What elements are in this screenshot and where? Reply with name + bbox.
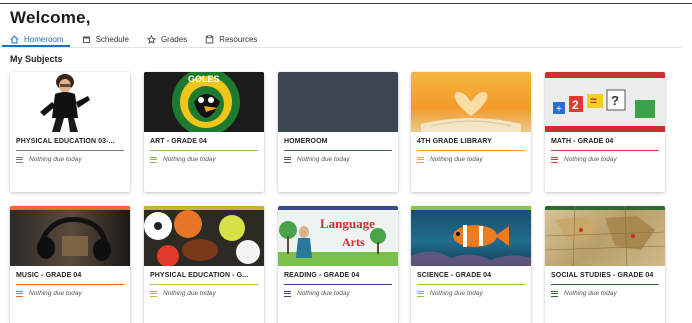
subject-card-pe[interactable]: PHYSICAL EDUCATION - G... Nothing due to… — [144, 206, 264, 323]
subject-color-bar — [551, 150, 659, 151]
math-blocks-image: + 2 = ? — [545, 72, 665, 132]
tab-label: Grades — [160, 34, 188, 44]
due-status: Nothing due today — [284, 156, 350, 163]
subject-card-science[interactable]: SCIENCE - GRADE 04 Nothing due today — [411, 206, 531, 323]
subject-card-reading[interactable]: Language Arts READING - GRADE 04 Nothing… — [278, 206, 398, 323]
tab-label: Schedule — [95, 34, 129, 44]
subject-card-math[interactable]: + 2 = ? MATH - GRADE 04 Nothing due toda… — [545, 72, 665, 192]
list-icon — [551, 156, 558, 163]
svg-text:=: = — [590, 94, 597, 108]
due-status: Nothing due today — [551, 290, 617, 297]
svg-text:+: + — [556, 104, 562, 115]
subject-color-bar — [284, 150, 392, 151]
subject-card-music[interactable]: MUSIC - GRADE 04 Nothing due today — [10, 206, 130, 323]
subject-title: READING - GRADE 04 — [284, 272, 360, 279]
list-icon — [16, 290, 23, 297]
star-icon — [146, 34, 157, 44]
eagles-mascot-logo-image: GOLES — [144, 72, 264, 132]
due-text: Nothing due today — [297, 156, 350, 163]
due-text: Nothing due today — [29, 290, 82, 297]
solid-slate-banner — [278, 72, 398, 132]
svg-text:GOLES: GOLES — [188, 74, 220, 84]
subject-card-art[interactable]: GOLES ART - GRADE 04 Nothing due today — [144, 72, 264, 192]
list-icon — [284, 156, 291, 163]
svg-text:2: 2 — [572, 98, 579, 112]
tab-bar: Homeroom Schedule Grades Resources — [2, 32, 275, 47]
calendar-icon — [82, 35, 91, 44]
subject-title: PHYSICAL EDUCATION - G... — [150, 272, 249, 279]
subject-title: PHYSICAL EDUCATION 03-... — [16, 138, 115, 145]
due-text: Nothing due today — [29, 156, 82, 163]
list-icon — [417, 156, 424, 163]
teacher-bitmoji-image — [10, 72, 130, 132]
clownfish-image — [411, 206, 531, 266]
svg-text:?: ? — [611, 93, 619, 108]
subject-color-bar — [284, 284, 392, 285]
list-icon — [150, 156, 157, 163]
sports-balls-image — [144, 206, 264, 266]
due-status: Nothing due today — [16, 290, 82, 297]
due-text: Nothing due today — [163, 290, 216, 297]
subject-title: 4TH GRADE LIBRARY — [417, 138, 492, 145]
list-icon — [417, 290, 424, 297]
list-icon — [551, 290, 558, 297]
thumb-text: Language — [320, 216, 375, 231]
subject-card-social-studies[interactable]: SOCIAL STUDIES - GRADE 04 Nothing due to… — [545, 206, 665, 323]
subject-card-homeroom[interactable]: HOMEROOM Nothing due today — [278, 72, 398, 192]
language-arts-image: Language Arts — [278, 206, 398, 266]
due-status: Nothing due today — [150, 156, 216, 163]
subject-color-bar — [417, 284, 525, 285]
subject-color-bar — [417, 150, 525, 151]
due-status: Nothing due today — [150, 290, 216, 297]
tab-homeroom[interactable]: Homeroom — [2, 32, 70, 47]
subject-card-pe-03[interactable]: PHYSICAL EDUCATION 03-... Nothing due to… — [10, 72, 130, 192]
subject-color-bar — [150, 150, 258, 151]
due-status: Nothing due today — [551, 156, 617, 163]
list-icon — [150, 290, 157, 297]
due-status: Nothing due today — [417, 156, 483, 163]
top-divider — [0, 3, 692, 4]
due-text: Nothing due today — [564, 156, 617, 163]
due-text: Nothing due today — [564, 290, 617, 297]
subject-color-bar — [16, 150, 124, 151]
list-icon — [284, 290, 291, 297]
book-heart-pages-image — [411, 72, 531, 132]
section-title: My Subjects — [10, 54, 63, 64]
subject-title: SOCIAL STUDIES - GRADE 04 — [551, 272, 654, 279]
tab-label: Resources — [219, 34, 258, 44]
subject-title: SCIENCE - GRADE 04 — [417, 272, 492, 279]
page-title: Welcome, — [10, 8, 91, 27]
tab-label: Homeroom — [24, 34, 64, 44]
due-text: Nothing due today — [163, 156, 216, 163]
headphones-image — [10, 206, 130, 266]
subject-title: MUSIC - GRADE 04 — [16, 272, 82, 279]
tab-resources[interactable]: Resources — [205, 32, 257, 46]
due-status: Nothing due today — [417, 290, 483, 297]
due-text: Nothing due today — [430, 290, 483, 297]
subject-color-bar — [150, 284, 258, 285]
home-icon — [10, 35, 19, 44]
tab-grades[interactable]: Grades — [146, 32, 188, 46]
list-icon — [16, 156, 23, 163]
subject-title: ART - GRADE 04 — [150, 138, 208, 145]
subject-color-bar — [551, 284, 659, 285]
world-map-image — [545, 206, 665, 266]
tab-schedule[interactable]: Schedule — [82, 32, 129, 46]
resources-icon — [205, 34, 214, 44]
thumb-text: Arts — [342, 235, 365, 249]
due-text: Nothing due today — [430, 156, 483, 163]
tabs-divider — [10, 47, 682, 48]
due-status: Nothing due today — [284, 290, 350, 297]
subject-color-bar — [16, 284, 124, 285]
subject-title: HOMEROOM — [284, 138, 328, 145]
subject-card-library[interactable]: 4TH GRADE LIBRARY Nothing due today — [411, 72, 531, 192]
subject-title: MATH - GRADE 04 — [551, 138, 614, 145]
due-status: Nothing due today — [16, 156, 82, 163]
due-text: Nothing due today — [297, 290, 350, 297]
